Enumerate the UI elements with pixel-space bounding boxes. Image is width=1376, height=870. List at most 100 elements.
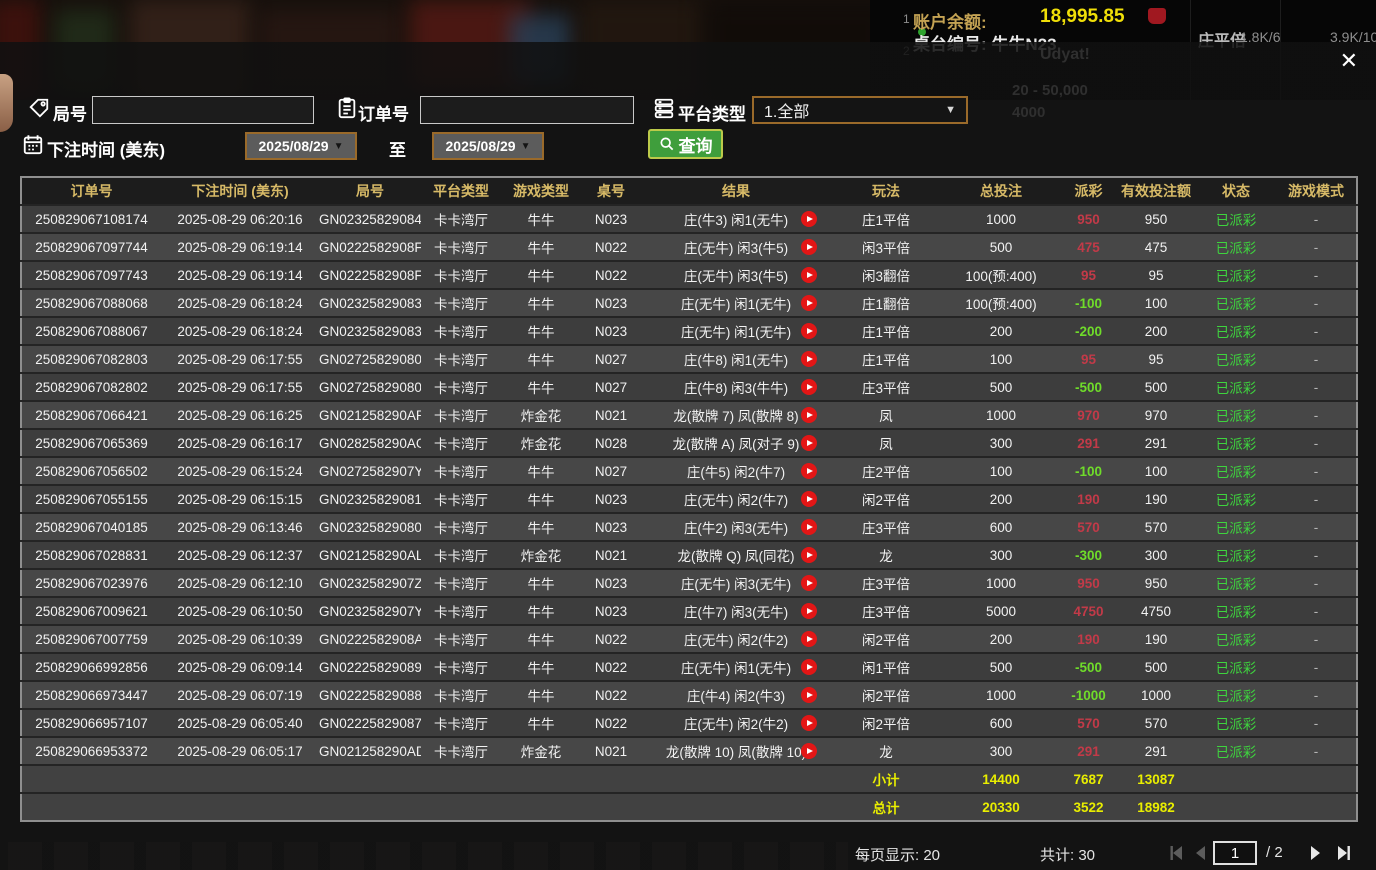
play-video-icon[interactable] (801, 519, 817, 535)
cell-game: 牛牛 (501, 513, 581, 541)
table-row: 2508290670096212025-08-29 06:10:50GN0232… (21, 597, 1357, 625)
cell-status: 已派彩 (1196, 485, 1276, 513)
cell-game: 牛牛 (501, 345, 581, 373)
play-video-icon[interactable] (801, 491, 817, 507)
play-video-icon[interactable] (801, 211, 817, 227)
play-video-icon[interactable] (801, 659, 817, 675)
cell-platform: 卡卡湾厅 (421, 737, 501, 765)
cell-status: 已派彩 (1196, 737, 1276, 765)
table-body: 2508290671081742025-08-29 06:20:16GN0232… (21, 205, 1357, 765)
result-text: 庄(无牛) 闲2(牛7) (684, 493, 788, 508)
cell-total-bet: 600 (941, 513, 1061, 541)
cell-game: 炸金花 (501, 737, 581, 765)
play-video-icon[interactable] (801, 435, 817, 451)
cell-bet-time: 2025-08-29 06:20:16 (161, 205, 319, 233)
cell-play-method: 庄1平倍 (831, 317, 941, 345)
platform-select[interactable]: 1.全部 ▼ (752, 96, 968, 124)
cell-round-id: GN028258290AG (319, 429, 421, 457)
order-input[interactable] (420, 96, 634, 124)
cell-status: 已派彩 (1196, 597, 1276, 625)
cell-play-method: 闲3翻倍 (831, 261, 941, 289)
search-button[interactable]: 查询 (648, 129, 723, 159)
cell-play-method: 庄3平倍 (831, 513, 941, 541)
play-video-icon[interactable] (801, 351, 817, 367)
cell-order-id: 250829067009621 (21, 597, 161, 625)
cell-table: N027 (581, 345, 641, 373)
cell-status: 已派彩 (1196, 653, 1276, 681)
cell-valid-bet: 500 (1116, 653, 1196, 681)
play-video-icon[interactable] (801, 631, 817, 647)
cell-payout: -500 (1061, 373, 1116, 401)
play-video-icon[interactable] (801, 379, 817, 395)
play-video-icon[interactable] (801, 463, 817, 479)
play-video-icon[interactable] (801, 547, 817, 563)
cell-platform: 卡卡湾厅 (421, 625, 501, 653)
page-number-input[interactable] (1213, 841, 1257, 865)
cell-game: 牛牛 (501, 569, 581, 597)
cell-mode: - (1276, 569, 1357, 597)
bet-history-modal: Udyat! 20 - 50,000 4000 ✕ 局号 订单号 平台类型 1.… (0, 42, 1376, 870)
play-video-icon[interactable] (801, 575, 817, 591)
cell-platform: 卡卡湾厅 (421, 681, 501, 709)
cell-result: 庄(无牛) 闲3(无牛) (641, 569, 831, 597)
cell-total-bet: 100 (941, 457, 1061, 485)
prev-page-icon[interactable] (1192, 845, 1210, 861)
cell-platform: 卡卡湾厅 (421, 429, 501, 457)
cell-result: 龙(散牌 7) 凤(散牌 8) (641, 401, 831, 429)
cell-result: 庄(无牛) 闲1(无牛) (641, 289, 831, 317)
date-to-picker[interactable]: 2025/08/29 ▼ (432, 132, 544, 160)
last-page-icon[interactable] (1334, 845, 1352, 861)
cell-play-method: 龙 (831, 737, 941, 765)
play-video-icon[interactable] (801, 323, 817, 339)
cell-game: 牛牛 (501, 205, 581, 233)
play-video-icon[interactable] (801, 295, 817, 311)
cell-status: 已派彩 (1196, 317, 1276, 345)
close-icon[interactable]: ✕ (1340, 50, 1358, 72)
play-video-icon[interactable] (801, 267, 817, 283)
cell-result: 庄(无牛) 闲1(无牛) (641, 653, 831, 681)
cell-status: 已派彩 (1196, 709, 1276, 737)
total-row: 总计 20330 3522 18982 (21, 793, 1357, 821)
date-from-picker[interactable]: 2025/08/29 ▼ (245, 132, 357, 160)
cell-order-id: 250829067088068 (21, 289, 161, 317)
cell-valid-bet: 570 (1116, 513, 1196, 541)
clipboard-icon (336, 97, 358, 119)
result-text: 龙(散牌 A) 凤(对子 9) (673, 437, 800, 452)
play-video-icon[interactable] (801, 743, 817, 759)
cell-valid-bet: 950 (1116, 205, 1196, 233)
cell-mode: - (1276, 625, 1357, 653)
next-page-icon[interactable] (1306, 845, 1324, 861)
cell-status: 已派彩 (1196, 429, 1276, 457)
date-from-value: 2025/08/29 (259, 138, 329, 154)
cell-mode: - (1276, 737, 1357, 765)
first-page-icon[interactable] (1168, 845, 1186, 861)
cell-result: 庄(无牛) 闲2(牛7) (641, 485, 831, 513)
cell-table: N023 (581, 597, 641, 625)
cell-status: 已派彩 (1196, 569, 1276, 597)
cell-mode: - (1276, 233, 1357, 261)
play-video-icon[interactable] (801, 407, 817, 423)
play-video-icon[interactable] (801, 239, 817, 255)
cell-mode: - (1276, 541, 1357, 569)
order-filter-label: 订单号 (358, 100, 409, 125)
cell-status: 已派彩 (1196, 205, 1276, 233)
table-row: 2508290670077592025-08-29 06:10:39GN0222… (21, 625, 1357, 653)
play-video-icon[interactable] (801, 715, 817, 731)
column-header-4: 游戏类型 (501, 177, 581, 205)
cell-game: 牛牛 (501, 485, 581, 513)
cell-bet-time: 2025-08-29 06:05:40 (161, 709, 319, 737)
result-text: 龙(散牌 Q) 凤(同花) (678, 549, 795, 564)
round-input[interactable] (92, 96, 314, 124)
cell-bet-time: 2025-08-29 06:19:14 (161, 261, 319, 289)
result-text: 庄(牛3) 闲1(无牛) (684, 213, 788, 228)
play-video-icon[interactable] (801, 687, 817, 703)
cell-table: N022 (581, 233, 641, 261)
play-video-icon[interactable] (801, 603, 817, 619)
cell-valid-bet: 100 (1116, 457, 1196, 485)
date-to-arrow-icon: ▼ (521, 141, 531, 152)
calendar-icon (22, 133, 44, 155)
cell-round-id: GN0232582907Y (319, 597, 421, 625)
cell-round-id: GN02325829083 (319, 317, 421, 345)
cell-result: 庄(牛8) 闲3(牛牛) (641, 373, 831, 401)
seat-number-1: 1 (903, 12, 910, 26)
